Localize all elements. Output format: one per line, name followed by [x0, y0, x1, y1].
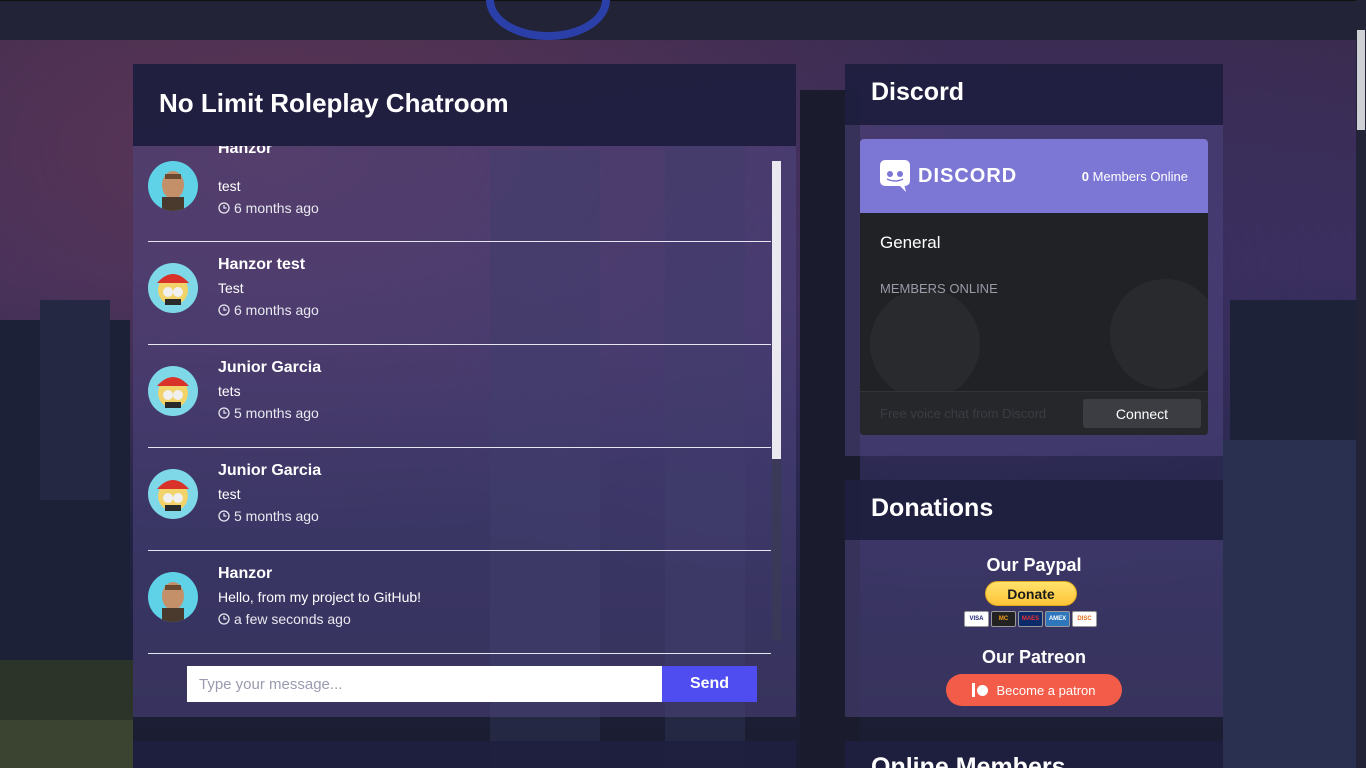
- clock-icon: [218, 202, 230, 214]
- lower-panel-header: [133, 741, 796, 768]
- message-composer: Send: [187, 666, 757, 702]
- maestro-card-icon: MAES: [1018, 611, 1043, 627]
- message-time: a few seconds ago: [218, 611, 351, 627]
- top-navbar: [0, 0, 1356, 40]
- message-text: tets: [218, 383, 241, 399]
- chatroom-title: No Limit Roleplay Chatroom: [133, 64, 796, 146]
- chat-scrollbar[interactable]: [772, 161, 781, 641]
- chat-message: Hanzor Hello, from my project to GitHub!…: [148, 551, 771, 654]
- discord-panel: Discord DISCORD 0 Members Online General…: [845, 64, 1223, 456]
- chat-scrollbar-thumb[interactable]: [772, 161, 781, 459]
- patreon-icon: [972, 683, 989, 697]
- message-author: Junior Garcia: [218, 462, 322, 479]
- paypal-donate-button[interactable]: Donate: [985, 581, 1077, 606]
- patreon-label: Become a patron: [996, 682, 1096, 698]
- discord-members-online: 0 Members Online: [1082, 169, 1188, 184]
- message-author: Hanzor test: [218, 256, 306, 273]
- message-time: 5 months ago: [218, 508, 319, 524]
- amex-card-icon: AMEX: [1045, 611, 1070, 627]
- message-text: Hello, from my project to GitHub!: [218, 589, 422, 605]
- masked-avatar[interactable]: [148, 263, 198, 313]
- become-patron-button[interactable]: Become a patron: [946, 674, 1122, 706]
- message-list[interactable]: Hanzor test 6 months ago Hanzor test Tes…: [148, 146, 771, 654]
- discord-logo[interactable]: DISCORD: [880, 160, 1017, 192]
- discord-icon: [880, 160, 910, 192]
- page-scrollbar[interactable]: [1356, 0, 1366, 768]
- discord-title: Discord: [845, 64, 1223, 125]
- message-text: test: [218, 486, 241, 502]
- payment-cards: VISA MC MAES AMEX DISC: [964, 611, 1097, 627]
- visa-card-icon: VISA: [964, 611, 989, 627]
- patreon-heading: Our Patreon: [981, 647, 1087, 667]
- lower-panel: [133, 741, 796, 768]
- message-time: 6 months ago: [218, 200, 319, 216]
- discord-widget: DISCORD 0 Members Online General MEMBERS…: [860, 139, 1208, 435]
- send-button[interactable]: Send: [662, 666, 757, 702]
- donations-title: Donations: [845, 480, 1223, 540]
- members-count: 0: [1081, 168, 1089, 184]
- donations-body: Our Paypal Donate VISA MC MAES AMEX DISC…: [845, 540, 1223, 717]
- discord-footer-text: Free voice chat from Discord: [880, 406, 1047, 421]
- discord-channel[interactable]: General: [860, 213, 1208, 253]
- message-author: Hanzor: [218, 146, 273, 157]
- online-members-title: Online Members: [845, 741, 1223, 768]
- paypal-heading: Our Paypal: [986, 555, 1082, 575]
- online-members-panel: Online Members: [845, 741, 1223, 768]
- message-time: 5 months ago: [218, 405, 319, 421]
- members-online-label: Members Online: [1092, 168, 1188, 184]
- message-time-text: 6 months ago: [234, 200, 319, 216]
- chat-message: Hanzor test Test 6 months ago: [148, 242, 771, 345]
- chatroom-body: Hanzor test 6 months ago Hanzor test Tes…: [133, 146, 796, 717]
- message-author: Junior Garcia: [218, 359, 322, 376]
- mastercard-card-icon: MC: [991, 611, 1016, 627]
- masked-avatar[interactable]: [148, 366, 198, 416]
- message-time-text: 5 months ago: [234, 508, 319, 524]
- chat-message: Junior Garcia tets 5 months ago: [148, 345, 771, 448]
- trevor-avatar[interactable]: [148, 161, 198, 211]
- message-time-text: 5 months ago: [234, 405, 319, 421]
- discord-widget-header: DISCORD 0 Members Online: [860, 139, 1208, 213]
- chat-message: Hanzor test 6 months ago: [148, 146, 771, 242]
- message-author: Hanzor: [218, 565, 273, 582]
- discord-footer: Free voice chat from Discord Connect: [860, 391, 1208, 435]
- trevor-avatar[interactable]: [148, 572, 198, 622]
- chatroom-panel: No Limit Roleplay Chatroom Hanzor test 6…: [133, 64, 796, 717]
- discord-watermark: [870, 289, 980, 399]
- message-time-text: 6 months ago: [234, 302, 319, 318]
- page-scrollbar-thumb[interactable]: [1357, 30, 1365, 130]
- message-time-text: a few seconds ago: [234, 611, 351, 627]
- message-time: 6 months ago: [218, 302, 319, 318]
- clock-icon: [218, 407, 230, 419]
- masked-avatar[interactable]: [148, 469, 198, 519]
- message-text: Test: [218, 280, 244, 296]
- message-input[interactable]: [187, 666, 662, 702]
- discord-body: DISCORD 0 Members Online General MEMBERS…: [845, 125, 1223, 456]
- clock-icon: [218, 613, 230, 625]
- discord-brand: DISCORD: [918, 164, 1018, 187]
- chat-message: Junior Garcia test 5 months ago: [148, 448, 771, 551]
- clock-icon: [218, 304, 230, 316]
- clock-icon: [218, 510, 230, 522]
- message-text: test: [218, 178, 241, 194]
- donations-panel: Donations Our Paypal Donate VISA MC MAES…: [845, 480, 1223, 717]
- discover-card-icon: DISC: [1072, 611, 1097, 627]
- discord-watermark: [1110, 279, 1208, 389]
- connect-button[interactable]: Connect: [1083, 399, 1201, 428]
